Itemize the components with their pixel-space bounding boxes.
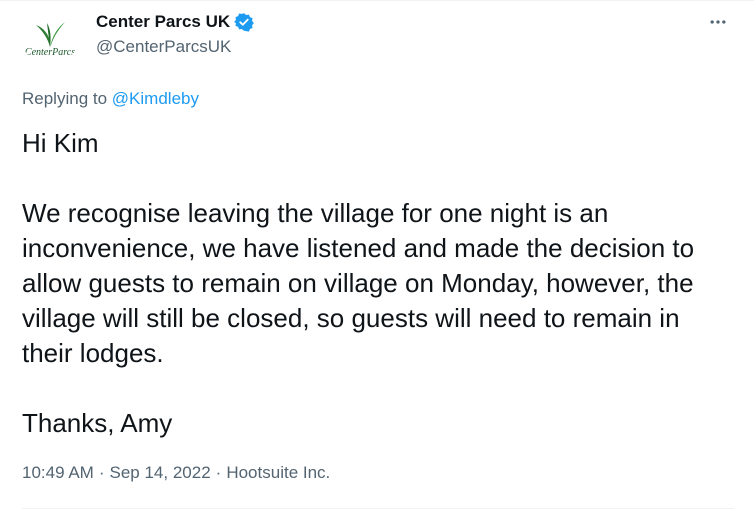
avatar-brand-text: CenterParcs [24,46,76,58]
user-handle[interactable]: @CenterParcsUK [96,37,254,57]
more-options-button[interactable] [706,10,730,34]
tweet-body: We recognise leaving the village for one… [22,198,695,368]
tweet-greeting: Hi Kim [22,128,99,158]
more-horizontal-icon [710,20,726,24]
meta-separator: · [98,463,105,482]
tweet-header: Center Parcs UK @CenterParcsUK [96,10,255,57]
avatar[interactable]: CenterParcs [22,10,78,66]
display-name[interactable]: Center Parcs UK [96,12,230,32]
meta-separator: · [215,463,222,482]
verified-badge-icon [234,12,255,32]
replying-to-label: Replying to [22,89,108,108]
name-row: Center Parcs UK [96,10,255,34]
tweet-source[interactable]: Hootsuite Inc. [226,463,330,483]
tweet-signoff: Thanks, Amy [22,408,173,438]
tweet-card: CenterParcs Center Parcs UK @CenterParcs… [0,0,754,519]
center-parcs-logo-icon [36,21,65,47]
replying-to-line: Replying to @Kimdleby [22,89,199,109]
tweet-text: Hi Kim We recognise leaving the village … [22,126,737,441]
paragraph-spacer [22,161,737,196]
paragraph-spacer [22,371,737,406]
reply-mention-link[interactable]: @Kimdleby [112,89,199,108]
top-divider [0,0,754,1]
bottom-divider [22,508,734,509]
tweet-meta: 10:49 AM · Sep 14, 2022 · Hootsuite Inc. [22,463,330,483]
tweet-time[interactable]: 10:49 AM [22,463,94,483]
tweet-date[interactable]: Sep 14, 2022 [110,463,211,483]
